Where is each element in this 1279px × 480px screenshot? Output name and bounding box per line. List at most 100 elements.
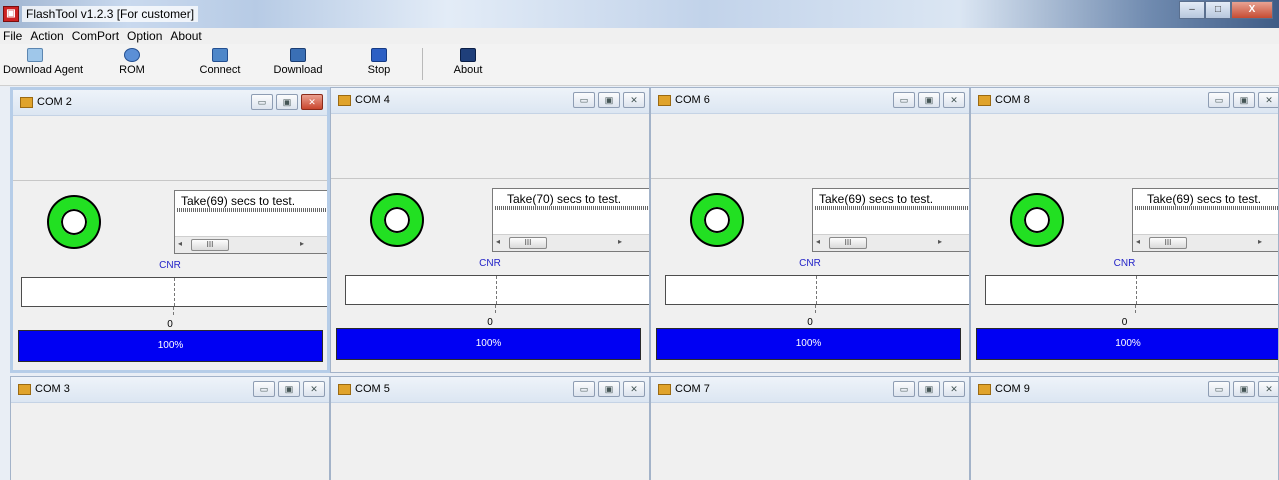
progress-label: 100% (475, 338, 502, 349)
panel-close-button[interactable]: ✕ (943, 92, 965, 108)
scroll-right-icon[interactable]: ▸ (1258, 237, 1262, 246)
scroll-right-icon[interactable]: ▸ (300, 239, 304, 248)
panel-close-button[interactable]: ✕ (301, 94, 323, 110)
scroll-thumb[interactable]: III (1149, 237, 1187, 249)
panel-maximize-button[interactable]: ▣ (598, 92, 620, 108)
panel-minimize-button[interactable]: ▭ (1208, 381, 1230, 397)
panel-maximize-button[interactable]: ▣ (598, 381, 620, 397)
panel-title: COM 7 (675, 383, 710, 395)
about-button[interactable]: About (452, 46, 484, 82)
panel-header: COM 5 ▭ ▣ ✕ (331, 377, 649, 403)
panel-title: COM 2 (37, 96, 72, 108)
log-box[interactable]: Take(69) secs to test. ◂ III ▸ (812, 188, 969, 252)
cnr-chart (21, 277, 327, 307)
cnr-chart (985, 275, 1278, 305)
panel-maximize-button[interactable]: ▣ (918, 381, 940, 397)
panel-header: COM 4 ▭ ▣ ✕ (331, 88, 649, 114)
panel-close-button[interactable]: ✕ (943, 381, 965, 397)
com-panel[interactable]: COM 9 ▭ ▣ ✕ (970, 376, 1279, 480)
menu-option[interactable]: Option (127, 28, 162, 44)
com-panel[interactable]: COM 8 ▭ ▣ ✕ Take(69) secs to test. ◂ III… (970, 87, 1279, 373)
app-icon: ▣ (3, 6, 19, 22)
panel-close-button[interactable]: ✕ (303, 381, 325, 397)
chart-axis-tick (815, 305, 816, 313)
log-underline (1135, 206, 1278, 210)
panel-controls: ▭ ▣ ✕ (248, 94, 323, 110)
scroll-right-icon[interactable]: ▸ (938, 237, 942, 246)
scroll-left-icon[interactable]: ◂ (1136, 237, 1140, 246)
about-icon (460, 48, 476, 62)
port-icon (20, 97, 33, 108)
panel-info-area (11, 404, 329, 480)
panel-maximize-button[interactable]: ▣ (1233, 92, 1255, 108)
com-panel[interactable]: COM 4 ▭ ▣ ✕ Take(70) secs to test. ◂ III… (330, 87, 650, 373)
cnr-chart (345, 275, 649, 305)
panel-minimize-button[interactable]: ▭ (893, 92, 915, 108)
panel-header: COM 8 ▭ ▣ ✕ (971, 88, 1278, 114)
com-panel[interactable]: COM 3 ▭ ▣ ✕ (10, 376, 330, 480)
progress-label: 100% (157, 340, 184, 351)
close-button[interactable]: X (1231, 1, 1273, 19)
horizontal-scrollbar[interactable]: ◂ III ▸ (813, 234, 969, 251)
rom-button[interactable]: ROM (112, 46, 152, 82)
log-text: Take(70) secs to test. (507, 192, 622, 206)
title-bar: ▣ FlashTool v1.2.3 [For customer] – □ X (0, 0, 1279, 28)
port-icon (978, 95, 991, 106)
menu-comport[interactable]: ComPort (72, 28, 119, 44)
panel-close-button[interactable]: ✕ (623, 381, 645, 397)
menu-file[interactable]: File (3, 28, 22, 44)
connect-button[interactable]: Connect (195, 46, 245, 82)
menu-action[interactable]: Action (30, 28, 63, 44)
horizontal-scrollbar[interactable]: ◂ III ▸ (1133, 234, 1278, 251)
scroll-thumb[interactable]: III (191, 239, 229, 251)
panel-maximize-button[interactable]: ▣ (276, 94, 298, 110)
scroll-left-icon[interactable]: ◂ (816, 237, 820, 246)
status-ring-icon (1012, 195, 1062, 245)
panel-controls: ▭ ▣ ✕ (1205, 381, 1278, 397)
com-panel[interactable]: COM 7 ▭ ▣ ✕ (650, 376, 970, 480)
maximize-button[interactable]: □ (1205, 1, 1231, 19)
panel-maximize-button[interactable]: ▣ (1233, 381, 1255, 397)
horizontal-scrollbar[interactable]: ◂ III ▸ (175, 236, 327, 253)
connect-icon (212, 48, 228, 62)
panel-info-area (331, 404, 649, 480)
panel-close-button[interactable]: ✕ (623, 92, 645, 108)
panel-minimize-button[interactable]: ▭ (253, 381, 275, 397)
com-panel[interactable]: COM 6 ▭ ▣ ✕ Take(69) secs to test. ◂ III… (650, 87, 970, 373)
panel-minimize-button[interactable]: ▭ (1208, 92, 1230, 108)
scroll-thumb[interactable]: III (829, 237, 867, 249)
minimize-button[interactable]: – (1179, 1, 1205, 19)
panel-close-button[interactable]: ✕ (1258, 381, 1278, 397)
scroll-right-icon[interactable]: ▸ (618, 237, 622, 246)
panel-title: COM 8 (995, 94, 1030, 106)
panel-maximize-button[interactable]: ▣ (918, 92, 940, 108)
scroll-thumb[interactable]: III (509, 237, 547, 249)
cnr-label: CNR (1113, 258, 1136, 269)
log-box[interactable]: Take(70) secs to test. ◂ III ▸ (492, 188, 649, 252)
toolbar: Download Agent ROM Connect Download Stop… (0, 44, 1279, 86)
panel-minimize-button[interactable]: ▭ (893, 381, 915, 397)
panel-minimize-button[interactable]: ▭ (251, 94, 273, 110)
panel-maximize-button[interactable]: ▣ (278, 381, 300, 397)
chart-axis (1136, 276, 1137, 304)
horizontal-scrollbar[interactable]: ◂ III ▸ (493, 234, 649, 251)
stop-button[interactable]: Stop (362, 46, 396, 82)
panel-controls: ▭ ▣ ✕ (570, 381, 645, 397)
stop-icon (371, 48, 387, 62)
log-box[interactable]: Take(69) secs to test. ◂ III ▸ (174, 190, 327, 254)
scroll-left-icon[interactable]: ◂ (178, 239, 182, 248)
scroll-left-icon[interactable]: ◂ (496, 237, 500, 246)
panel-close-button[interactable]: ✕ (1258, 92, 1278, 108)
download-agent-button[interactable]: Download Agent (3, 46, 83, 82)
panel-info-area (651, 404, 969, 480)
com-panel[interactable]: COM 2 ▭ ▣ ✕ Take(69) secs to test. ◂ III… (10, 87, 330, 373)
port-icon (338, 95, 351, 106)
cnr-label: CNR (799, 258, 821, 269)
com-panel[interactable]: COM 5 ▭ ▣ ✕ (330, 376, 650, 480)
panel-info-area (651, 115, 969, 179)
panel-minimize-button[interactable]: ▭ (573, 381, 595, 397)
log-box[interactable]: Take(69) secs to test. ◂ III ▸ (1132, 188, 1278, 252)
menu-about[interactable]: About (170, 28, 201, 44)
panel-minimize-button[interactable]: ▭ (573, 92, 595, 108)
download-button[interactable]: Download (272, 46, 324, 82)
